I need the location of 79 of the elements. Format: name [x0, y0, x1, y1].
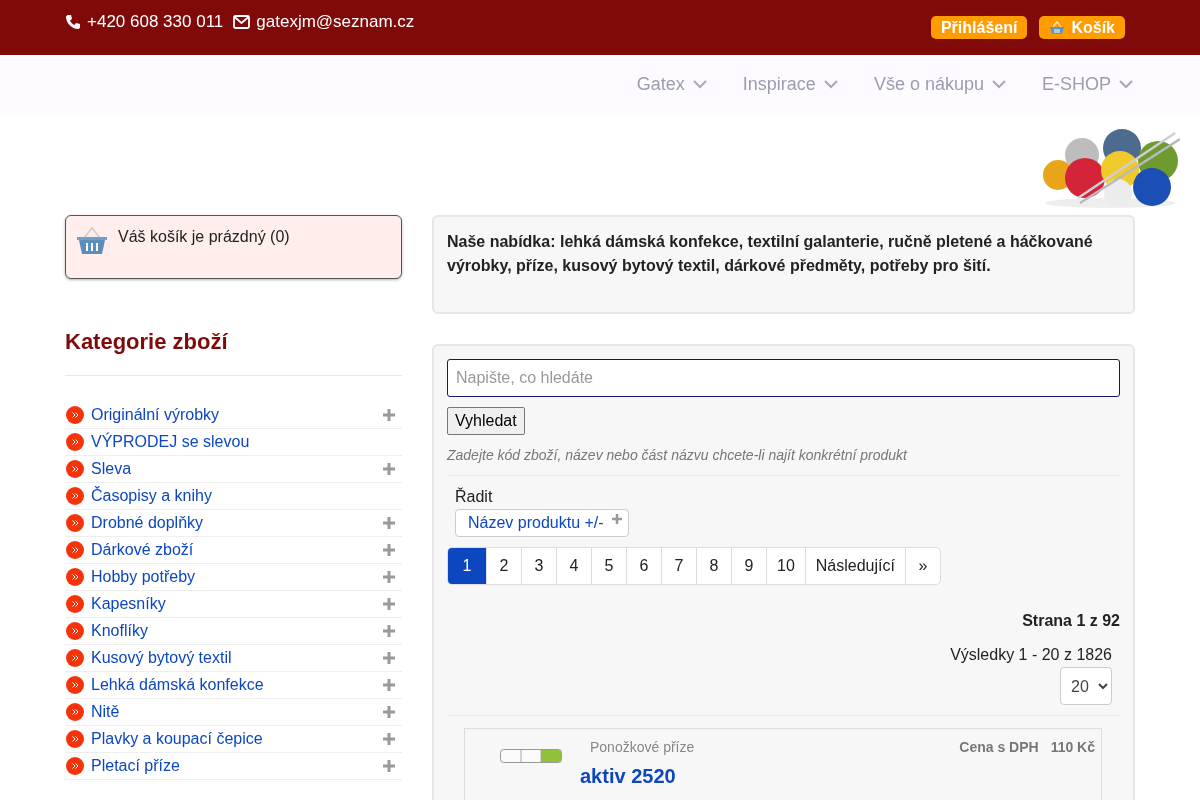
page-link[interactable]: 2: [486, 548, 521, 584]
search-field[interactable]: Napište, co hledáte: [447, 359, 1120, 397]
price-value: 110 Kč: [1050, 739, 1095, 757]
double-chevron-icon: [66, 595, 84, 613]
chevron-down-icon: [823, 80, 838, 89]
expand-icon[interactable]: [383, 706, 395, 718]
category-link[interactable]: Sleva: [91, 460, 376, 478]
product-category: Ponožkové příze: [590, 739, 696, 755]
double-chevron-icon: [66, 649, 84, 667]
page-link[interactable]: 1: [448, 548, 486, 584]
category-link[interactable]: Pletací příze: [91, 757, 376, 775]
price-label: Cena s DPH: [959, 739, 1039, 757]
category-link[interactable]: Hobby potřeby: [91, 568, 376, 586]
page-link[interactable]: 3: [521, 548, 556, 584]
category-link[interactable]: Kapesníky: [91, 595, 376, 613]
category-link[interactable]: Drobné doplňky: [91, 514, 376, 532]
sort-label: Řadit: [455, 488, 493, 506]
category-link[interactable]: Dárkové zboží: [91, 541, 376, 559]
expand-icon[interactable]: [383, 760, 395, 772]
product-name[interactable]: aktiv 2520: [580, 765, 942, 788]
envelope-icon: [233, 15, 251, 29]
expand-icon[interactable]: [383, 517, 395, 529]
expand-icon[interactable]: [383, 652, 395, 664]
double-chevron-icon: [66, 487, 84, 505]
per-page-select[interactable]: 20: [1060, 667, 1112, 705]
expand-icon[interactable]: [383, 571, 395, 583]
page-link[interactable]: 9: [731, 548, 766, 584]
page-link[interactable]: 8: [696, 548, 731, 584]
double-chevron-icon: [66, 676, 84, 694]
double-chevron-icon: [66, 406, 84, 424]
double-chevron-icon: [66, 568, 84, 586]
category-link[interactable]: Nitě: [91, 703, 376, 721]
page-link[interactable]: 6: [626, 548, 661, 584]
search-hint: Zadejte kód zboží, název nebo část názvu chcete-li najít konkrétní produkt: [447, 447, 907, 463]
chevron-down-icon: [692, 80, 707, 89]
category-link[interactable]: Plavky a koupací čepice: [91, 730, 376, 748]
double-chevron-icon: [66, 703, 84, 721]
category-link[interactable]: VÝPRODEJ se slevou: [91, 433, 402, 451]
expand-icon[interactable]: [383, 679, 395, 691]
category-link[interactable]: Lehká dámská konfekce: [91, 676, 376, 694]
category-link[interactable]: Knoflíky: [91, 622, 376, 640]
double-chevron-icon: [66, 730, 84, 748]
stock-indicator-icon: [500, 749, 562, 763]
phone-number[interactable]: +420 608 330 011: [87, 12, 224, 32]
basket-icon: [76, 226, 108, 256]
double-chevron-icon: [66, 433, 84, 451]
double-chevron-icon: [66, 541, 84, 559]
double-chevron-icon: [66, 622, 84, 640]
category-link[interactable]: Časopisy a knihy: [91, 487, 402, 505]
double-chevron-icon: [66, 757, 84, 775]
expand-icon[interactable]: [383, 463, 395, 475]
expand-icon[interactable]: [383, 544, 395, 556]
double-chevron-icon: [66, 460, 84, 478]
page-link[interactable]: Následující: [804, 548, 905, 584]
email-address[interactable]: gatexjm@seznam.cz: [256, 12, 415, 32]
expand-icon[interactable]: [383, 625, 395, 637]
intro-text: Naše nabídka: lehká dámská konfekce, textilní galanterie, ručně pletené a háčkované výrobky, příze, kusový bytový textil, dárkové předměty, potřeby pro šití.: [447, 232, 1094, 276]
page-link[interactable]: 7: [661, 548, 696, 584]
page-info: Strana 1 z 92: [1022, 612, 1120, 630]
cart-status-text: Váš košík je prázdný (0): [118, 227, 290, 246]
search-button[interactable]: Vyhledat: [447, 407, 525, 435]
page-link[interactable]: 4: [556, 548, 591, 584]
expand-icon[interactable]: [383, 598, 395, 610]
category-link[interactable]: Kusový bytový textil: [91, 649, 376, 667]
expand-icon[interactable]: [383, 733, 395, 745]
chevron-down-icon: [1119, 80, 1133, 89]
double-chevron-icon: [66, 514, 84, 532]
expand-icon[interactable]: [383, 409, 395, 421]
basket-icon: [1049, 20, 1066, 35]
page-link[interactable]: »: [904, 548, 940, 584]
phone-icon: [65, 14, 81, 30]
expand-icon: [611, 514, 622, 524]
categories-heading: Kategorie zboží: [65, 329, 229, 355]
page-link[interactable]: 5: [591, 548, 626, 584]
sort-dropdown[interactable]: Název produktu +/-: [455, 509, 629, 537]
category-link[interactable]: Originální výrobky: [91, 406, 376, 424]
page-link[interactable]: 10: [766, 548, 805, 584]
results-count: Výsledky 1 - 20 z 1826: [950, 646, 1112, 664]
chevron-down-icon: [992, 80, 1006, 89]
